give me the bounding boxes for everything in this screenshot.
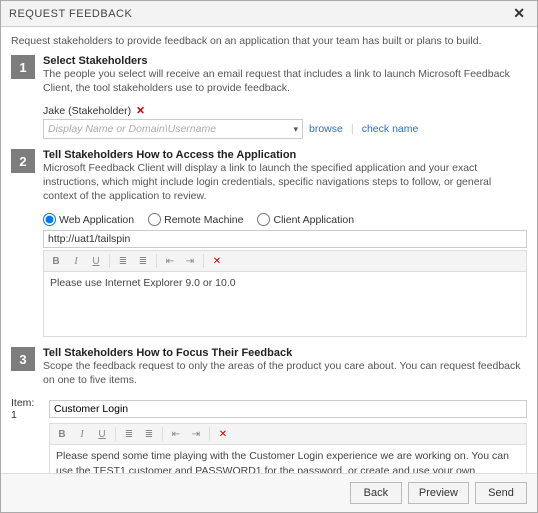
check-name-link[interactable]: check name — [362, 123, 419, 135]
preview-button[interactable]: Preview — [408, 482, 469, 504]
number-list-icon[interactable]: ≣ — [135, 253, 151, 269]
step-1-badge: 1 — [11, 55, 35, 79]
radio-client-input[interactable] — [257, 213, 270, 226]
dialog-title: REQUEST FEEDBACK — [9, 8, 132, 20]
titlebar: REQUEST FEEDBACK ✕ — [1, 1, 537, 27]
back-button[interactable]: Back — [350, 482, 402, 504]
step-3-body: Item: 1 B I U ≣ ≣ ⇤ ⇥ ✕ Ple — [11, 397, 527, 473]
outdent-icon[interactable]: ⇤ — [162, 253, 178, 269]
step-1-body: Jake (Stakeholder) ✕ Display Name or Dom… — [43, 105, 527, 139]
outdent-icon[interactable]: ⇤ — [168, 426, 184, 442]
step-3-desc: Scope the feedback request to only the a… — [43, 360, 527, 387]
stakeholder-name: Jake (Stakeholder) — [43, 105, 131, 117]
step-2-body: Web Application Remote Machine Client Ap… — [43, 213, 527, 337]
underline-icon[interactable]: U — [94, 426, 110, 442]
step-2-desc: Microsoft Feedback Client will display a… — [43, 162, 527, 203]
indent-icon[interactable]: ⇥ — [182, 253, 198, 269]
close-button[interactable]: ✕ — [509, 5, 529, 22]
italic-icon[interactable]: I — [74, 426, 90, 442]
radio-remote-machine[interactable]: Remote Machine — [148, 213, 243, 226]
step-3-title: Tell Stakeholders How to Focus Their Fee… — [43, 347, 527, 359]
selected-stakeholder: Jake (Stakeholder) ✕ — [43, 105, 527, 117]
radio-client-application[interactable]: Client Application — [257, 213, 354, 226]
dialog-content: Request stakeholders to provide feedback… — [1, 27, 537, 473]
bullet-list-icon[interactable]: ≣ — [121, 426, 137, 442]
step-1-title: Select Stakeholders — [43, 55, 527, 67]
url-input[interactable] — [43, 230, 527, 248]
italic-icon[interactable]: I — [68, 253, 84, 269]
send-button[interactable]: Send — [475, 482, 527, 504]
number-list-icon[interactable]: ≣ — [141, 426, 157, 442]
clear-format-icon[interactable]: ✕ — [215, 426, 231, 442]
underline-icon[interactable]: U — [88, 253, 104, 269]
step-1: 1 Select Stakeholders The people you sel… — [11, 55, 527, 95]
bold-icon[interactable]: B — [48, 253, 64, 269]
request-feedback-dialog: REQUEST FEEDBACK ✕ Request stakeholders … — [0, 0, 538, 513]
access-instructions-editor[interactable]: Please use Internet Explorer 9.0 or 10.0 — [43, 271, 527, 337]
stakeholder-combo[interactable]: Display Name or Domain\Username ▾ — [43, 119, 303, 139]
stakeholder-placeholder: Display Name or Domain\Username — [48, 123, 216, 135]
step-2: 2 Tell Stakeholders How to Access the Ap… — [11, 149, 527, 203]
link-separator: | — [351, 123, 354, 135]
step-2-badge: 2 — [11, 149, 35, 173]
focus-instructions-editor[interactable]: Please spend some time playing with the … — [49, 444, 527, 473]
step-3: 3 Tell Stakeholders How to Focus Their F… — [11, 347, 527, 387]
intro-text: Request stakeholders to provide feedback… — [11, 35, 527, 47]
step-3-badge: 3 — [11, 347, 35, 371]
bullet-list-icon[interactable]: ≣ — [115, 253, 131, 269]
item-label: Item: 1 — [11, 397, 43, 421]
indent-icon[interactable]: ⇥ — [188, 426, 204, 442]
radio-web-input[interactable] — [43, 213, 56, 226]
radio-web-application[interactable]: Web Application — [43, 213, 134, 226]
toolbar-step2: B I U ≣ ≣ ⇤ ⇥ ✕ — [43, 250, 527, 271]
bold-icon[interactable]: B — [54, 426, 70, 442]
step-2-title: Tell Stakeholders How to Access the Appl… — [43, 149, 527, 161]
chevron-down-icon: ▾ — [293, 124, 298, 135]
clear-format-icon[interactable]: ✕ — [209, 253, 225, 269]
dialog-footer: Back Preview Send — [1, 473, 537, 512]
remove-stakeholder-button[interactable]: ✕ — [136, 105, 145, 117]
radio-remote-input[interactable] — [148, 213, 161, 226]
step-1-desc: The people you select will receive an em… — [43, 68, 527, 95]
toolbar-step3: B I U ≣ ≣ ⇤ ⇥ ✕ — [49, 423, 527, 444]
item-title-input[interactable] — [49, 400, 527, 418]
browse-link[interactable]: browse — [309, 123, 343, 135]
